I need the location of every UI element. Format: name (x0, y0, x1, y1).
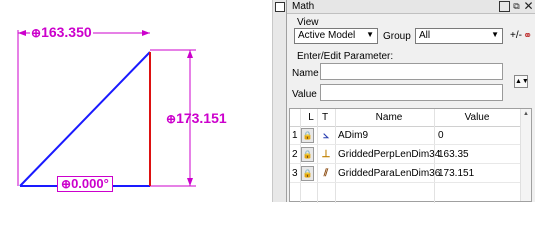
table-header: L T Name Value (290, 109, 520, 127)
chevron-down-icon: ▼ (491, 30, 499, 39)
lock-icon[interactable]: 🔒 (301, 166, 314, 181)
column-header-t[interactable]: T (318, 112, 332, 123)
parameter-link-icon[interactable]: ⚭ (523, 29, 532, 42)
group-select[interactable]: All ▼ (415, 28, 503, 44)
group-label: Group (383, 31, 411, 42)
para-len-dim-icon: ⫽ (323, 168, 329, 179)
scroll-up-icon[interactable]: ▲ (523, 111, 529, 117)
name-label: Name (292, 68, 319, 79)
angle-dimension-label[interactable]: ⊕0.000° (57, 176, 113, 192)
row-name: ADim9 (338, 130, 369, 141)
panel-title: Math (292, 1, 315, 12)
table-row[interactable]: 1 🔒 ⦣ ADim9 0 (290, 127, 520, 145)
name-input[interactable] (320, 63, 503, 80)
column-header-l[interactable]: L (304, 112, 318, 123)
lock-icon: ⊕ (166, 112, 177, 126)
math-panel: Math ⧉ ✕ View Active Model ▼ Group All ▼… (286, 0, 535, 203)
column-header-value[interactable]: Value (438, 112, 516, 123)
width-arrow-left (18, 30, 26, 36)
parameter-table: L T Name Value 1 🔒 ⦣ ADim9 0 2 🔒 ⊥ Gridd… (289, 108, 532, 203)
row-name: GriddedPerpLenDim34 (338, 149, 441, 160)
plus-minus-button[interactable]: +/- (510, 30, 522, 41)
height-dimension-value: 173.151 (176, 110, 227, 126)
table-row[interactable]: 2 🔒 ⊥ GriddedPerpLenDim34 163.35 (290, 146, 520, 164)
lock-icon[interactable]: 🔒 (301, 128, 314, 143)
row-value[interactable]: 163.35 (438, 149, 469, 160)
view-label: View (297, 17, 319, 28)
value-label: Value (292, 89, 317, 100)
restore-button[interactable]: ⧉ (511, 1, 522, 12)
lock-icon: ⊕ (31, 26, 42, 40)
panel-splitter[interactable] (272, 0, 286, 202)
value-input[interactable] (320, 84, 503, 101)
expand-button[interactable]: ▲▼ (514, 75, 529, 88)
height-dimension-label[interactable]: ⊕173.151 (166, 110, 227, 127)
angle-dimension-value: 0.000° (71, 176, 109, 191)
width-arrow-right (142, 30, 150, 36)
float-panel-button[interactable] (275, 2, 285, 12)
hypotenuse-line[interactable] (19, 51, 151, 187)
height-arrow-top (187, 50, 193, 58)
row-value[interactable]: 173.151 (438, 168, 474, 179)
drawing-canvas[interactable]: ⊕163.350 ⊕173.151 ⊕0.000° (0, 0, 272, 202)
lock-icon: ⊕ (61, 177, 72, 191)
row-value[interactable]: 0 (438, 130, 444, 141)
row-number: 1 (292, 130, 298, 141)
close-button[interactable]: ✕ (523, 0, 534, 12)
row-number: 3 (292, 168, 298, 179)
angle-dim-icon: ⦣ (323, 130, 329, 141)
table-row[interactable]: 3 🔒 ⫽ GriddedParaLenDim36 173.151 (290, 165, 520, 183)
panel-titlebar[interactable]: Math ⧉ ✕ (287, 0, 535, 14)
lock-icon[interactable]: 🔒 (301, 147, 314, 162)
chevron-down-icon: ▼ (366, 30, 374, 39)
width-dimension-value: 163.350 (41, 24, 92, 40)
view-select-value: Active Model (298, 30, 356, 41)
row-name: GriddedParaLenDim36 (338, 168, 441, 179)
width-dimension-label[interactable]: ⊕163.350 (30, 24, 93, 41)
group-select-value: All (419, 30, 431, 41)
perp-len-dim-icon: ⊥ (321, 149, 331, 160)
column-header-name[interactable]: Name (346, 112, 432, 123)
vertical-scrollbar[interactable]: ▲ (520, 109, 531, 201)
row-number: 2 (292, 149, 298, 160)
maximize-button[interactable] (499, 1, 510, 12)
view-select[interactable]: Active Model ▼ (294, 28, 378, 44)
height-arrow-bottom (187, 178, 193, 186)
enter-edit-label: Enter/Edit Parameter: (297, 51, 394, 62)
